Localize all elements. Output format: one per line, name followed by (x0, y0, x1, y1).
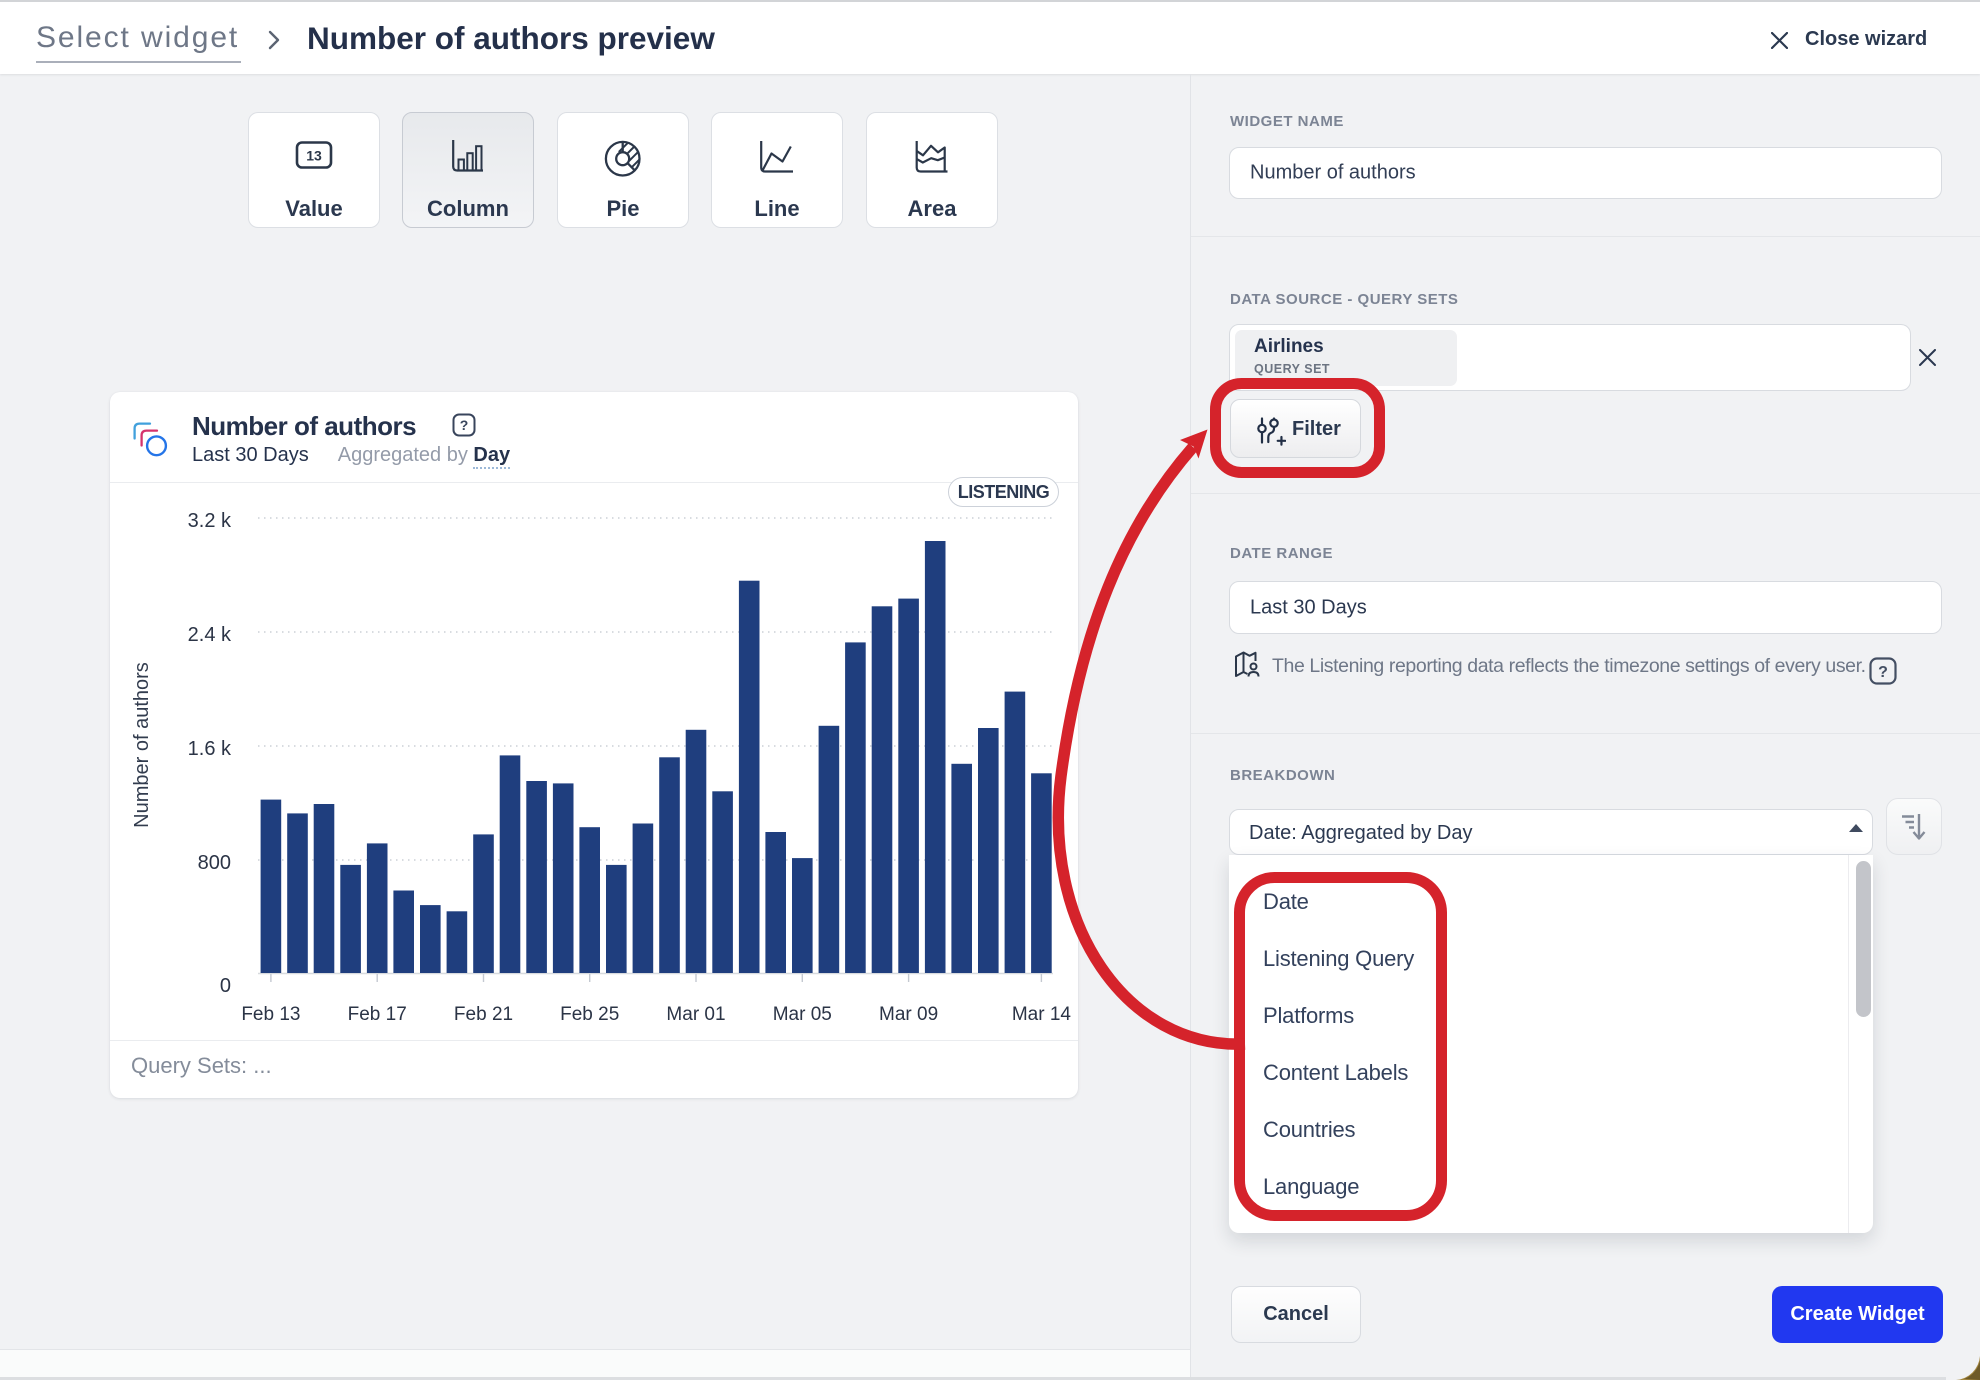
svg-text:Feb 13: Feb 13 (241, 1004, 300, 1025)
svg-text:Mar 09: Mar 09 (879, 1004, 938, 1025)
svg-text:1.6 k: 1.6 k (188, 738, 232, 760)
svg-text:13: 13 (306, 148, 322, 164)
svg-text:Feb 21: Feb 21 (454, 1004, 513, 1025)
svg-text:2.4 k: 2.4 k (188, 624, 232, 646)
svg-text:Mar 05: Mar 05 (773, 1004, 832, 1025)
svg-text:800: 800 (198, 852, 231, 874)
svg-text:?: ? (1878, 664, 1888, 681)
svg-text:Mar 14: Mar 14 (1012, 1004, 1072, 1025)
svg-text:3.2 k: 3.2 k (188, 510, 232, 532)
svg-text:Feb 17: Feb 17 (348, 1004, 407, 1025)
svg-text:Number of authors: Number of authors (131, 662, 153, 828)
svg-text:Feb 25: Feb 25 (560, 1004, 619, 1025)
svg-text:0: 0 (220, 975, 231, 997)
svg-text:Mar 01: Mar 01 (666, 1004, 725, 1025)
